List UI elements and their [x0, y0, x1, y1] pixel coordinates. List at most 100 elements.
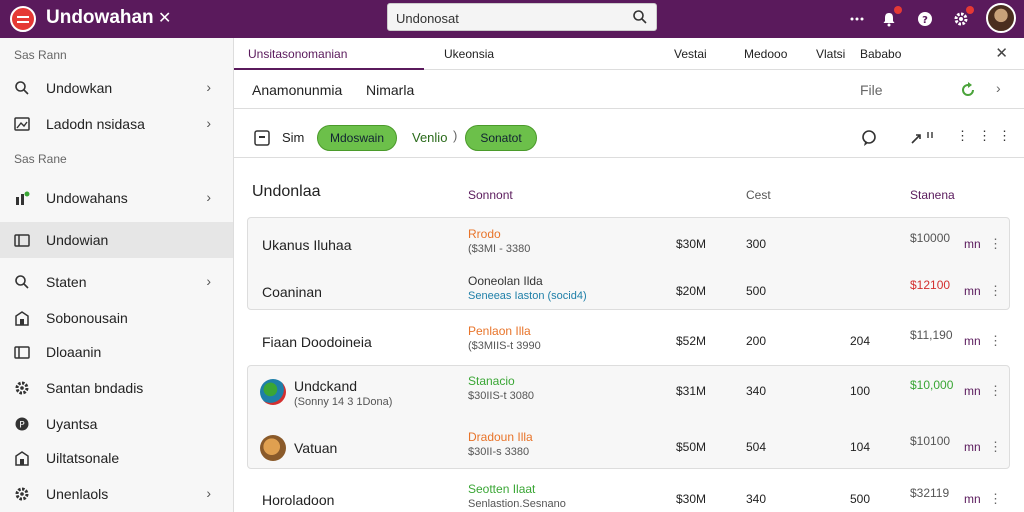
- tab-2[interactable]: Ukeonsia: [444, 47, 494, 61]
- toolbar: Sim Mdoswain Venlio ) Sonatot ⋮ ⋮ ⋮: [234, 118, 1024, 158]
- sidebar-item[interactable]: Undowahans ›: [0, 180, 233, 216]
- sidebar-item[interactable]: Undowian: [0, 222, 233, 258]
- subnav-item[interactable]: Anamonunmia: [252, 82, 342, 98]
- search-icon[interactable]: [632, 9, 648, 25]
- sidebar-item[interactable]: Staten ›: [0, 264, 233, 300]
- table-row[interactable]: Fiaan Doodoineia Penlaon Illa ($3MIIS-t 39…: [234, 318, 1024, 366]
- chevron-right-icon[interactable]: ›: [206, 189, 211, 205]
- row-status: Penlaon Illa: [468, 324, 531, 338]
- table-row[interactable]: Coaninan Ooneolan Ilda Seneeas Iaston (soc…: [234, 268, 1024, 316]
- tab-6[interactable]: Bababo: [860, 47, 901, 61]
- active-tab-indicator: [234, 68, 424, 70]
- svg-text:?: ?: [922, 15, 928, 26]
- tab-5[interactable]: Vlatsi: [816, 47, 845, 61]
- sidebar-item[interactable]: Unenlaols ›: [0, 476, 233, 512]
- gear-icon[interactable]: [950, 6, 974, 30]
- table-row[interactable]: Vatuan Dradoun Illa $30II-s 3380 $50M 504 104…: [234, 424, 1024, 472]
- food-thumbnail: [260, 435, 286, 461]
- row-name: Ukanus Iluhaa: [262, 237, 352, 253]
- chevron-right-icon[interactable]: ›: [206, 79, 211, 95]
- close-icon[interactable]: ✕: [158, 8, 171, 28]
- chevron-right-icon[interactable]: ›: [996, 80, 1001, 96]
- row-detail: $30II-s 3380: [468, 446, 530, 458]
- more-icon[interactable]: ⋮: [989, 383, 1002, 399]
- sidebar-item[interactable]: Sobonousain: [0, 300, 233, 336]
- row-detail: ($3MI - 3380: [468, 243, 531, 255]
- more-icon[interactable]: ⋮: [989, 439, 1002, 455]
- gear-icon: [14, 380, 30, 396]
- sidebar-item[interactable]: Dloaanin: [0, 334, 233, 370]
- tab-4[interactable]: Medooo: [744, 47, 787, 61]
- row-detail: $30IIS-t 3080: [468, 390, 535, 402]
- chevron-right-icon[interactable]: ›: [206, 273, 211, 289]
- file-link[interactable]: File: [860, 82, 883, 98]
- globe-thumbnail: [260, 379, 286, 405]
- more-dots-icon[interactable]: [846, 8, 868, 30]
- row-unit: mn: [964, 440, 981, 454]
- tab-1[interactable]: Unsitasonomanian: [248, 47, 347, 61]
- comment-icon[interactable]: [860, 129, 878, 147]
- row-name: Coaninan: [262, 284, 322, 300]
- sidebar-section-heading: Sas Rane: [14, 152, 67, 166]
- list-heading: Undonlaa: [252, 183, 321, 200]
- more-icon[interactable]: ⋮: [998, 128, 1011, 144]
- filter-chip[interactable]: Mdoswain: [317, 125, 397, 151]
- toolbar-text[interactable]: Venlio: [412, 130, 447, 145]
- chart-icon: [14, 190, 30, 206]
- row-unit: mn: [964, 334, 981, 348]
- row-status: Dradoun Illa: [468, 430, 533, 444]
- table-row[interactable]: Ukanus Iluhaa Rrodo ($3MI - 3380 $30M 300 $10…: [234, 221, 1024, 269]
- tab-3[interactable]: Vestai: [674, 47, 707, 61]
- column-header[interactable]: Stanena: [910, 188, 955, 202]
- more-icon[interactable]: ⋮: [989, 491, 1002, 507]
- user-avatar[interactable]: [986, 3, 1016, 33]
- top-bar: Undowahan ✕ ?: [0, 0, 1024, 38]
- more-icon[interactable]: ⋮: [989, 236, 1002, 252]
- share-icon[interactable]: [910, 129, 938, 147]
- row-unit: mn: [964, 492, 981, 506]
- building-icon: [14, 310, 30, 326]
- refresh-icon[interactable]: [960, 82, 976, 98]
- search-icon: [14, 274, 30, 290]
- sidebar-item[interactable]: Undowkan ›: [0, 70, 233, 106]
- help-icon[interactable]: ?: [914, 8, 936, 30]
- sidebar-item[interactable]: Santan bndadis: [0, 370, 233, 406]
- column-header[interactable]: Cest: [746, 188, 771, 202]
- row-status: Stanacio: [468, 374, 515, 388]
- row-detail: Senlastion.Sesnano: [468, 498, 566, 510]
- filter-chip[interactable]: Sonatot: [465, 125, 537, 151]
- more-icon[interactable]: ⋮: [989, 283, 1002, 299]
- row-qty: 204: [850, 334, 871, 348]
- table-row[interactable]: Undckand (Sonny 14 3 1Dona) Stanacio $30IIS…: [234, 368, 1024, 416]
- row-status: Seotten Ilaat: [468, 482, 536, 496]
- row-unit: mn: [964, 284, 981, 298]
- column-header[interactable]: Sonnont: [468, 188, 513, 202]
- row-count: 340: [746, 492, 767, 506]
- search-input[interactable]: [396, 9, 626, 27]
- bell-icon[interactable]: [878, 6, 902, 30]
- sidebar-item-label: Dloaanin: [46, 344, 102, 360]
- more-icon[interactable]: ⋮: [978, 128, 991, 144]
- sidebar-item[interactable]: P Uyantsa: [0, 406, 233, 442]
- row-value: $30M: [676, 492, 707, 506]
- chevron-right-icon[interactable]: ›: [206, 115, 211, 131]
- sidebar-item[interactable]: Ladodn nsidasa ›: [0, 106, 233, 142]
- folder-icon: [14, 344, 30, 360]
- chevron-right-icon[interactable]: ›: [206, 485, 211, 501]
- tab-bar: Unsitasonomanian Ukeonsia Vestai Medooo …: [234, 38, 1024, 70]
- row-price: $32119: [910, 486, 950, 500]
- gear-icon: [14, 486, 30, 502]
- row-unit: mn: [964, 237, 981, 251]
- row-price: $10000: [910, 231, 951, 245]
- close-icon[interactable]: ✕: [995, 44, 1008, 62]
- app-logo-icon[interactable]: [10, 6, 36, 32]
- row-value: $30M: [676, 237, 707, 251]
- subnav-item[interactable]: Nimarla: [366, 82, 414, 98]
- checkbox-icon[interactable]: [254, 130, 270, 146]
- row-price: $11,190: [910, 328, 953, 342]
- table-row[interactable]: Horoladoon Seotten Ilaat Senlastion.Sesnan…: [234, 476, 1024, 512]
- more-icon[interactable]: ⋮: [989, 333, 1002, 349]
- sidebar-item[interactable]: Uiltatsonale: [0, 440, 233, 476]
- more-icon[interactable]: ⋮: [956, 128, 969, 144]
- circle-icon: P: [14, 416, 30, 432]
